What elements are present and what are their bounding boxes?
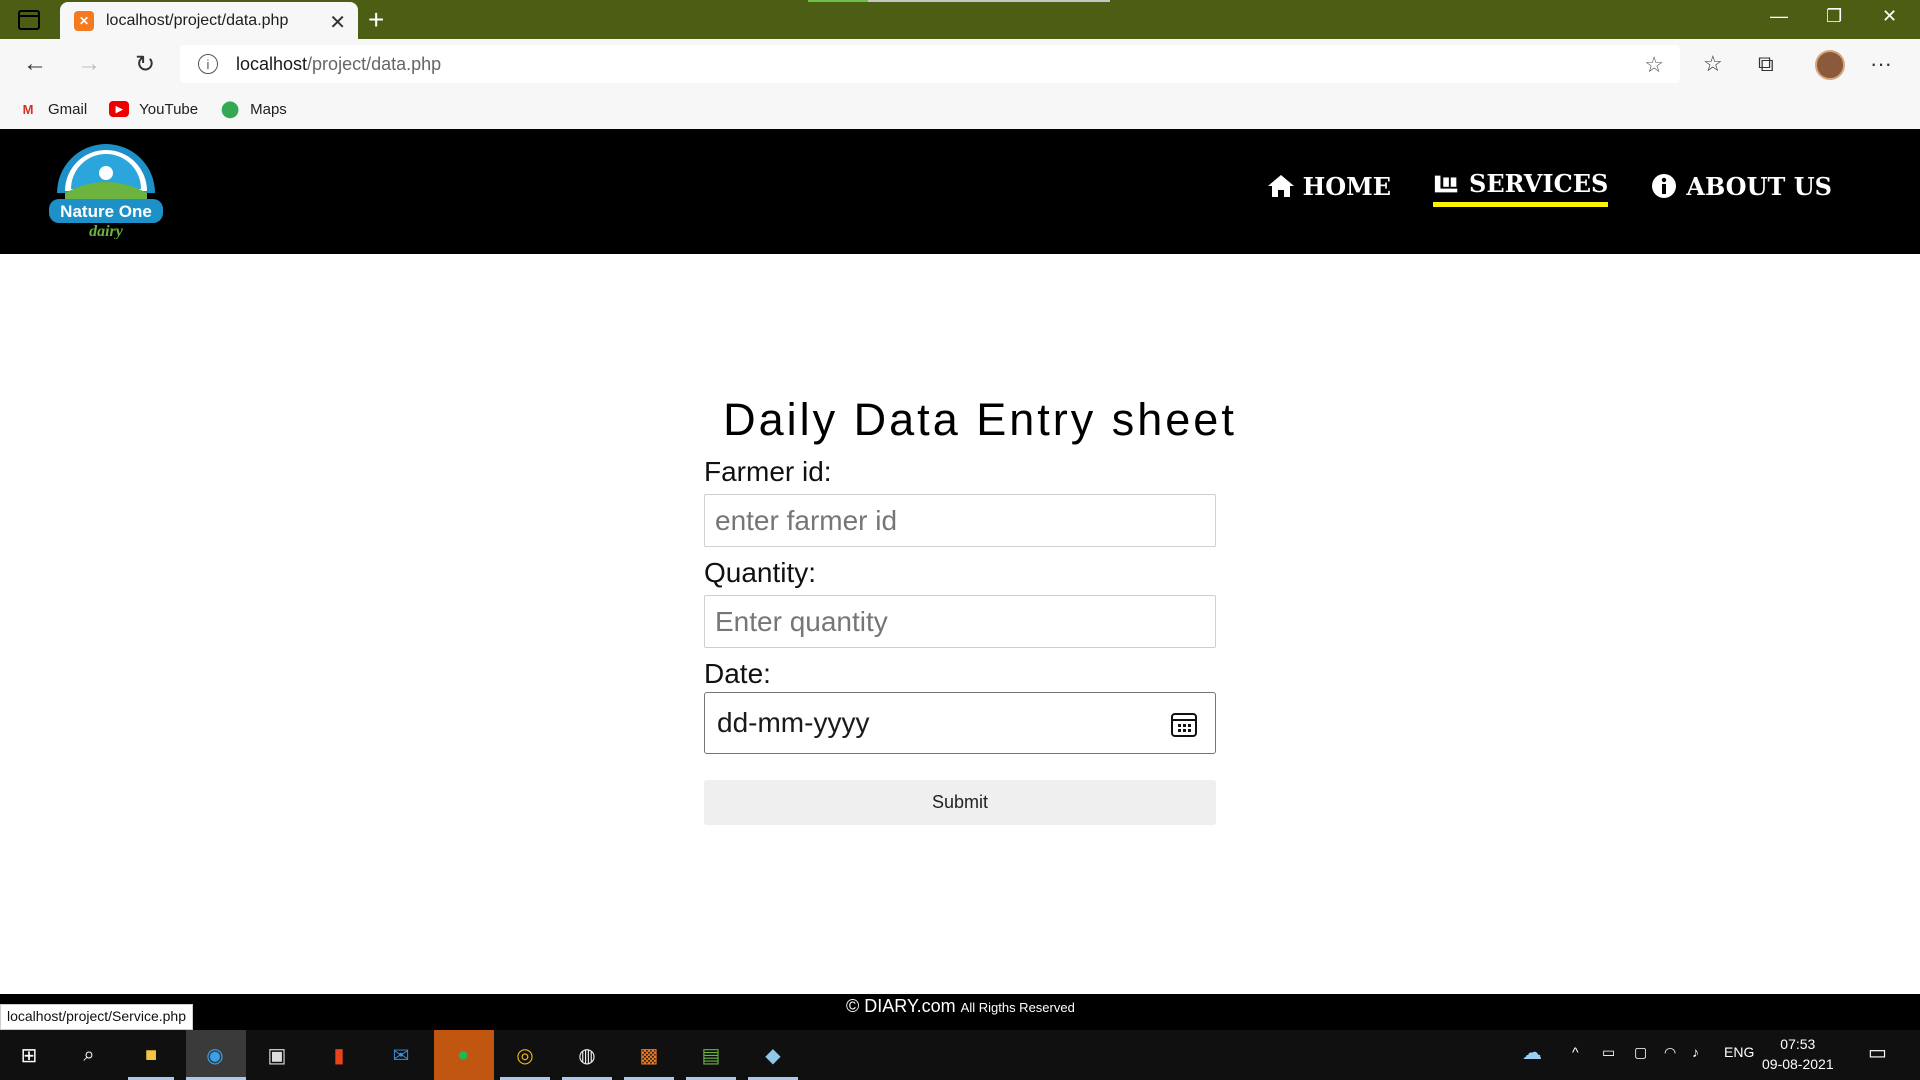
site-footer: © DIARY.com All Rigths Reserved [0,994,1920,1030]
nav-home[interactable]: HOME [1267,169,1391,207]
logo-text: Nature One [60,202,152,221]
date-label: Date: [704,658,771,689]
search-icon[interactable]: ⌕ [74,1040,104,1070]
bookmark-youtube[interactable]: ▶ YouTube [109,101,198,118]
store-icon[interactable]: ▣ [262,1040,292,1070]
farmer-id-label: Farmer id: [704,456,832,487]
wifi-icon[interactable]: ◠ [1664,1044,1676,1061]
battery-icon[interactable]: ▭ [1602,1044,1615,1061]
notifications-icon[interactable]: ▭ [1868,1040,1887,1065]
windows-start-icon[interactable]: ⊞ [14,1040,44,1070]
bookmark-maps[interactable]: ⬤ Maps [220,101,287,119]
taskbar-clock[interactable]: 07:53 09-08-2021 [1762,1034,1834,1074]
forward-button[interactable]: → [74,49,104,79]
quantity-input[interactable]: Enter quantity [704,595,1216,648]
favorites-icon[interactable]: ☆ [1703,51,1723,77]
close-window-icon[interactable]: ✕ [1882,6,1897,27]
form-title: Daily Data Entry sheet [723,394,1237,445]
status-bar-url: localhost/project/Service.php [0,1004,193,1030]
loading-strip [808,0,1110,2]
site-header: Nature One dairy HOME SERVICES ABOUT US [0,129,1920,254]
quantity-label: Quantity: [704,557,817,588]
nav-about[interactable]: ABOUT US [1650,169,1832,207]
submit-button[interactable]: Submit [704,780,1216,825]
chrome-icon[interactable]: ◎ [510,1040,540,1070]
tab-title: localhost/project/data.php [106,11,289,29]
bookmark-gmail[interactable]: M Gmail [18,101,88,118]
services-icon [1434,175,1458,192]
calendar-icon[interactable] [1169,709,1199,739]
meet-now-icon[interactable]: ▢ [1634,1044,1647,1061]
refresh-button[interactable]: ↻ [130,49,160,79]
profile-avatar[interactable] [1815,50,1845,80]
youtube-icon: ▶ [109,101,130,117]
volume-icon[interactable]: ♪ [1692,1044,1699,1060]
xampp-icon[interactable]: ▩ [634,1040,664,1070]
browser-titlebar: ✕ localhost/project/data.php ✕ + — ❐ ✕ [0,0,1920,39]
office-icon[interactable]: ▮ [324,1040,354,1070]
tray-chevron-icon[interactable]: ^ [1572,1044,1579,1060]
collections-icon[interactable]: ⧉ [1758,51,1774,77]
mail-icon[interactable]: ✉ [386,1040,416,1070]
home-icon [1267,175,1294,197]
maps-icon: ⬤ [221,101,240,118]
add-favorite-icon[interactable]: ☆ [1644,52,1664,78]
back-button[interactable]: ← [20,49,50,79]
more-menu-icon[interactable]: ··· [1870,51,1892,77]
weather-icon[interactable]: ☁ [1522,1040,1542,1065]
info-icon [1652,174,1677,198]
browser-tab-active[interactable]: ✕ localhost/project/data.php ✕ [60,2,358,39]
bookmarks-bar: M Gmail ▶ YouTube ⬤ Maps [0,89,1920,129]
file-explorer-icon[interactable]: ■ [136,1040,166,1070]
color-picker-icon[interactable]: ◍ [572,1040,602,1070]
nav-services[interactable]: SERVICES [1433,169,1609,207]
new-tab-button[interactable]: + [368,4,384,36]
xampp-favicon-icon: ✕ [74,10,94,31]
date-input[interactable]: dd-mm-yyyy [704,692,1216,754]
logo-subtext: dairy [89,223,124,239]
language-indicator[interactable]: ENG [1724,1044,1754,1060]
date-value: dd-mm-yyyy [717,707,870,738]
spotify-icon[interactable]: ● [448,1040,478,1070]
address-url: localhost/project/data.php [236,53,442,74]
edge-browser-icon[interactable]: ◉ [200,1040,230,1070]
nature-one-dairy-logo[interactable]: Nature One dairy [45,143,167,239]
address-bar[interactable]: i localhost/project/data.php ☆ [180,45,1680,83]
site-info-icon[interactable]: i [198,54,218,74]
windows-taskbar: ⊞ ⌕ ■ ◉ ▣ ▮ ✉ ● ◎ ◍ ▩ ▤ ◆ ☁ ^ ▭ ▢ ◠ ♪ EN… [0,1030,1920,1080]
main-nav: HOME SERVICES ABOUT US [1267,169,1832,207]
browser-toolbar: ← → ↻ i localhost/project/data.php ☆ ☆ ⧉… [0,39,1920,89]
footer-copyright: © DIARY.com All Rigths Reserved [846,996,1075,1016]
notepad-plus-icon[interactable]: ▤ [696,1040,726,1070]
restore-icon[interactable]: ❐ [1826,6,1842,27]
app-icon[interactable]: ◆ [758,1040,788,1070]
tab-actions-icon[interactable] [18,10,40,30]
data-entry-form: Daily Data Entry sheet Farmer id: enter … [704,394,1234,825]
gmail-icon: M [22,101,34,117]
minimize-icon[interactable]: — [1770,6,1788,27]
tab-close-icon[interactable]: ✕ [329,10,346,35]
farmer-id-input[interactable]: enter farmer id [704,494,1216,547]
main-content: Daily Data Entry sheet Farmer id: enter … [0,254,1920,994]
